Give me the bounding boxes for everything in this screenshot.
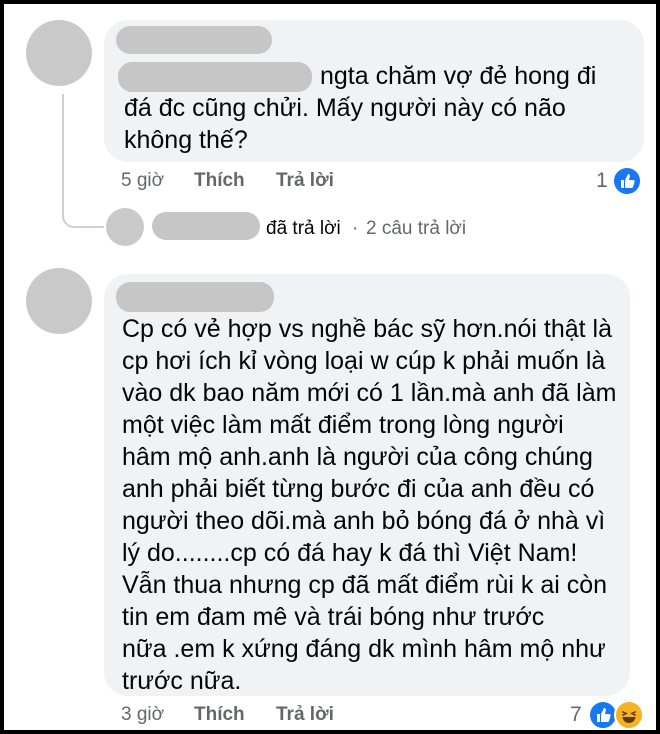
screenshot-frame: ngta chăm vợ đẻ hong đi đá đc cũng chửi.… [0, 0, 660, 734]
commenter-avatar[interactable] [26, 20, 92, 86]
like-icon[interactable] [612, 166, 642, 196]
reaction-count[interactable]: 7 [570, 703, 582, 727]
reply-separator: · [352, 218, 359, 239]
haha-icon[interactable] [614, 700, 644, 730]
replied-label[interactable]: đã trả lời [266, 218, 341, 240]
thread-connector [62, 94, 104, 228]
replier-avatar[interactable] [106, 208, 144, 246]
comment-timestamp[interactable]: 5 giờ [121, 170, 164, 192]
reply-button[interactable]: Trả lời [276, 704, 334, 726]
comment-timestamp[interactable]: 3 giờ [121, 704, 164, 726]
redacted-replier-name[interactable] [152, 212, 260, 240]
like-button[interactable]: Thích [194, 170, 245, 192]
comment-text: ngta chăm vợ đẻ hong đi đá đc cũng chửi.… [124, 62, 597, 154]
redacted-author-name[interactable] [116, 282, 274, 312]
reply-button[interactable]: Trả lời [276, 170, 334, 192]
commenter-avatar[interactable] [26, 268, 92, 334]
comment-text: Cp có vẻ hợp vs nghề bác sỹ hơn.nói thật… [122, 315, 617, 695]
redacted-author-name[interactable] [116, 26, 272, 54]
like-button[interactable]: Thích [194, 704, 245, 726]
view-replies-link[interactable]: 2 câu trả lời [366, 218, 466, 240]
reaction-count[interactable]: 1 [596, 169, 608, 193]
